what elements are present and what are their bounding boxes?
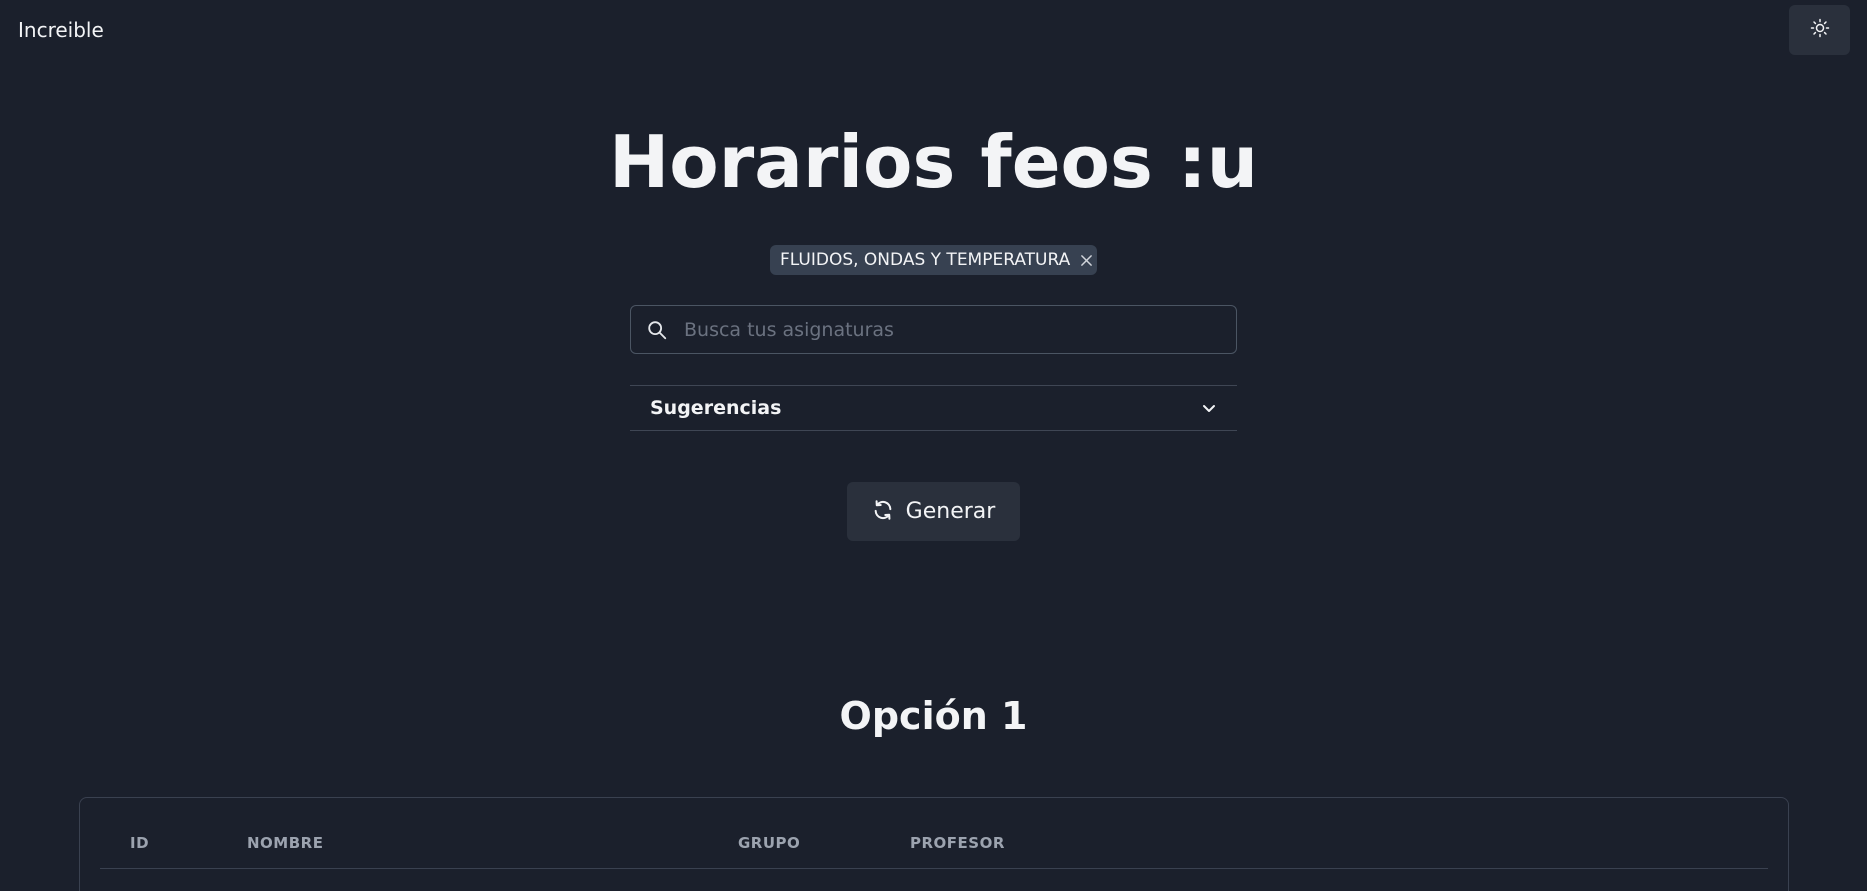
column-header-nombre: NOMBRE: [247, 834, 324, 852]
search-input[interactable]: [682, 305, 1236, 354]
generate-button-label: Generar: [905, 499, 996, 524]
generate-button[interactable]: Generar: [847, 482, 1020, 541]
schedule-table: ID NOMBRE GRUPO PROFESOR: [79, 797, 1789, 891]
option-title: Opción 1: [839, 694, 1028, 738]
selected-subject-chip: FLUIDOS, ONDAS Y TEMPERATURA: [770, 245, 1097, 275]
column-header-profesor: PROFESOR: [910, 834, 1005, 852]
refresh-icon: [872, 499, 894, 525]
table-header: ID NOMBRE GRUPO PROFESOR: [100, 798, 1768, 869]
column-header-grupo: GRUPO: [738, 834, 801, 852]
suggestions-accordion[interactable]: Sugerencias: [630, 385, 1237, 431]
brand-name[interactable]: Increible: [18, 18, 104, 42]
search-box: [630, 305, 1237, 354]
page-title: Horarios feos :u: [609, 120, 1258, 204]
sun-icon: [1810, 18, 1830, 42]
theme-toggle-button[interactable]: [1789, 5, 1850, 55]
chip-label: FLUIDOS, ONDAS Y TEMPERATURA: [780, 250, 1071, 270]
search-icon: [646, 319, 668, 341]
close-icon[interactable]: [1080, 254, 1093, 267]
chevron-down-icon: [1201, 400, 1217, 416]
page: Increible Horarios feos :u FLUIDOS, ONDA…: [0, 0, 1867, 891]
suggestions-label: Sugerencias: [650, 397, 782, 419]
column-header-id: ID: [130, 834, 150, 852]
